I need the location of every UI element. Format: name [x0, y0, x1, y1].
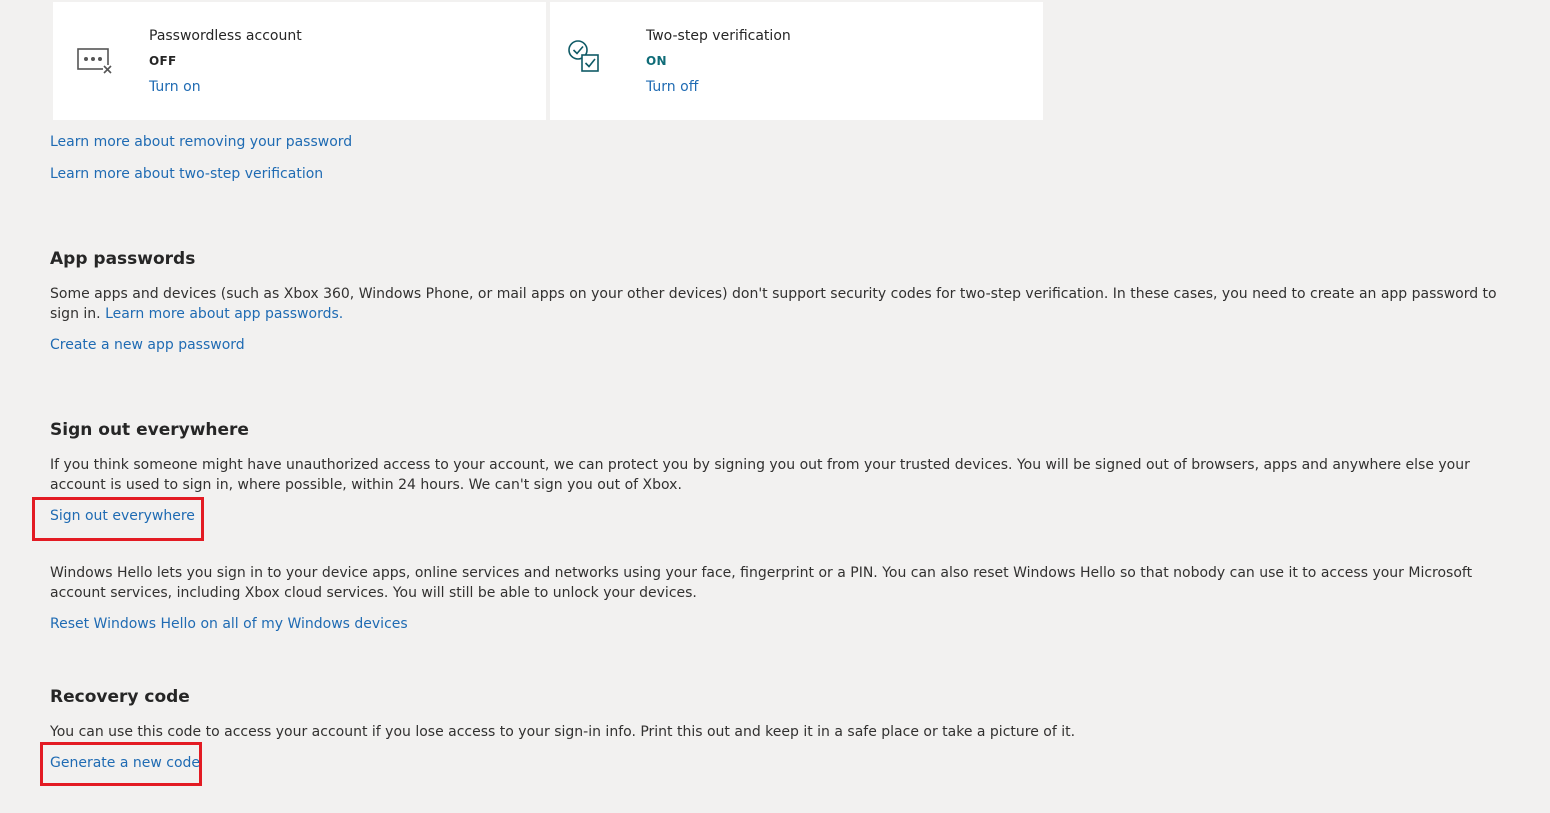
turn-on-passwordless-link[interactable]: Turn on — [149, 79, 201, 95]
turn-off-two-step-link[interactable]: Turn off — [646, 79, 698, 95]
recovery-code-heading: Recovery code — [50, 687, 190, 707]
two-step-status: ON — [646, 54, 667, 68]
passwordless-card: Passwordless account OFF Turn on — [53, 2, 546, 120]
two-step-check-icon — [566, 38, 606, 78]
windows-hello-description: Windows Hello lets you sign in to your d… — [50, 565, 1473, 601]
recovery-code-description: You can use this code to access your acc… — [50, 724, 1076, 740]
reset-windows-hello-link[interactable]: Reset Windows Hello on all of my Windows… — [50, 616, 408, 632]
app-passwords-description: Some apps and devices (such as Xbox 360,… — [50, 284, 1505, 324]
passwordless-title: Passwordless account — [149, 28, 302, 44]
create-app-password-link[interactable]: Create a new app password — [50, 337, 245, 353]
generate-new-code-link[interactable]: Generate a new code — [50, 755, 200, 771]
two-step-title: Two-step verification — [646, 28, 791, 44]
sign-out-everywhere-link[interactable]: Sign out everywhere — [50, 508, 195, 524]
two-step-card: Two-step verification ON Turn off — [550, 2, 1043, 120]
learn-removing-password-link[interactable]: Learn more about removing your password — [50, 134, 352, 150]
password-dots-icon — [75, 40, 115, 80]
sign-out-description: If you think someone might have unauthor… — [50, 457, 1470, 493]
passwordless-status: OFF — [149, 54, 177, 68]
app-passwords-heading: App passwords — [50, 249, 196, 269]
learn-app-passwords-link[interactable]: Learn more about app passwords. — [105, 306, 343, 322]
sign-out-heading: Sign out everywhere — [50, 420, 249, 440]
learn-two-step-link[interactable]: Learn more about two-step verification — [50, 166, 323, 182]
